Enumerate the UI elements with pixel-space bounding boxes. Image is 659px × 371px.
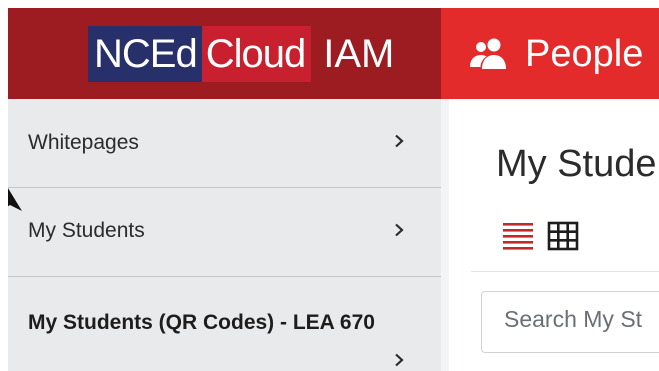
chevron-right-icon <box>395 353 404 367</box>
page-title: My Stude <box>496 143 657 185</box>
chevron-right-icon <box>395 134 404 148</box>
main-content: My Stude <box>441 99 659 371</box>
sidebar-item-whitepages[interactable]: Whitepages <box>8 99 441 188</box>
list-view-icon[interactable] <box>501 219 535 253</box>
sidebar-item-label: Whitepages <box>28 131 139 154</box>
app-title: People <box>525 33 644 75</box>
nced-cloud-logo[interactable]: NCEd Cloud IAM <box>88 26 394 82</box>
logo-iam-text: IAM <box>323 32 395 76</box>
view-divider <box>471 271 659 272</box>
brand-header: NCEd Cloud IAM <box>8 8 441 99</box>
logo-cloud-text: Cloud <box>201 26 312 82</box>
sidebar-item-label: My Students (QR Codes) - LEA 670 <box>28 311 375 334</box>
search-box[interactable] <box>481 291 659 353</box>
chevron-right-icon <box>395 223 404 237</box>
logo-nced-text: NCEd <box>88 26 202 82</box>
mouse-pointer-icon <box>8 188 22 211</box>
grid-view-icon[interactable] <box>546 219 580 253</box>
sidebar-nav: Whitepages My Students My Students (QR C… <box>8 99 441 371</box>
sidebar-item-my-students-qr-codes[interactable]: My Students (QR Codes) - LEA 670 <box>8 276 441 371</box>
app-bar: People <box>441 8 659 99</box>
app-window: NCEd Cloud IAM People Whitepages My Stud… <box>8 8 659 371</box>
search-input[interactable] <box>504 306 659 333</box>
sidebar-item-label: My Students <box>28 219 145 242</box>
content-gutter <box>441 99 449 371</box>
people-icon <box>470 38 506 69</box>
sidebar-item-my-students[interactable]: My Students <box>8 187 441 277</box>
